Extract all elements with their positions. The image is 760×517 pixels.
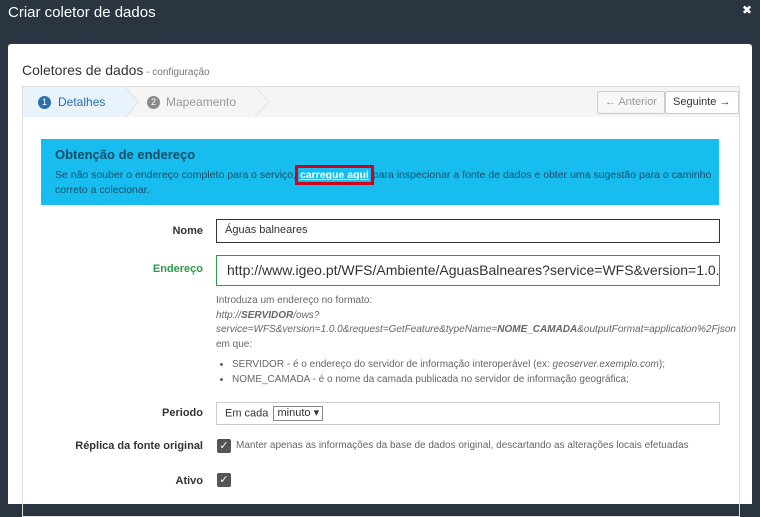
dialog-title: Criar coletor de dados [8, 4, 156, 21]
help-list-item: NOME_CAMADA - é o nome da camada publica… [232, 373, 746, 388]
period-field: Em cada minuto ▾ [216, 402, 720, 425]
help-text: ); [658, 359, 665, 370]
help-text: - é o endereço do servidor de informação… [284, 359, 553, 370]
help-example: geoserver.exemplo.com [552, 359, 659, 370]
help-text: - é o nome da camada publicada no servid… [309, 373, 629, 385]
name-label: Nome [172, 225, 203, 237]
alert-text-before: Se não souber o endereço completo para o… [55, 169, 299, 181]
help-fmt-text: http:// [216, 309, 242, 321]
replica-checkbox[interactable]: ✓ [217, 439, 231, 453]
address-help: Introduza um endereço no formato: http:/… [216, 294, 746, 387]
step-number-badge: 2 [147, 96, 160, 109]
step-label: Detalhes [58, 95, 106, 109]
help-key: NOME_CAMADA [232, 373, 310, 385]
previous-button[interactable]: ← Anterior [597, 91, 665, 114]
section-title: Coletores de dados - configuração [22, 62, 210, 78]
help-fmt-text: /ows? [293, 309, 320, 321]
help-fmt-layer: NOME_CAMADA [497, 324, 578, 335]
help-fmt-text: &outputFormat=application%2Fjson [577, 324, 736, 335]
arrow-right-icon: → [719, 96, 731, 108]
info-alert: Obtenção de endereço Se não souber o end… [41, 139, 719, 205]
replica-description: Manter apenas as informações da base de … [236, 440, 689, 451]
wizard-step-mapping[interactable]: 2 Mapeamento [125, 86, 269, 118]
chevron-down-icon: ▾ [313, 407, 320, 419]
help-em-que: em que: [216, 338, 253, 350]
help-format-line-1: http://SERVIDOR/ows? [216, 309, 746, 324]
alert-heading: Obtenção de endereço [55, 147, 196, 162]
dialog-titlebar: Criar coletor de dados ✖ [0, 0, 760, 31]
help-format-line-2: service=WFS&version=1.0.0&request=GetFea… [216, 323, 746, 338]
help-intro: Introduza um endereço no formato: [216, 295, 373, 306]
help-fmt-text: service=WFS&version=1.0.0&request=GetFea… [216, 324, 498, 335]
dialog-content: Coletores de dados - configuração 1 Deta… [8, 44, 752, 517]
address-label: Endereço [152, 263, 203, 275]
name-input[interactable]: Águas balneares [216, 219, 720, 243]
step-label: Mapeamento [166, 95, 237, 109]
form-panel: Obtenção de endereço Se não souber o end… [22, 117, 740, 517]
help-list-item: SERVIDOR - é o endereço do servidor de i… [232, 358, 746, 373]
section-title-text: Coletores de dados [22, 62, 144, 78]
address-input[interactable]: http://www.igeo.pt/WFS/Ambiente/AguasBal… [216, 255, 720, 286]
help-fmt-server: SERVIDOR [241, 309, 294, 321]
help-key: SERVIDOR [232, 359, 285, 370]
period-unit-select[interactable]: minuto ▾ [273, 406, 324, 421]
period-unit-value: minuto [277, 407, 311, 419]
alert-text: Se não souber o endereço completo para o… [55, 165, 715, 198]
arrow-left-icon: ← [605, 96, 616, 108]
close-icon[interactable]: ✖ [742, 3, 752, 17]
period-label: Periodo [162, 407, 203, 419]
replica-label: Réplica da fonte original [75, 440, 203, 452]
check-icon: ✓ [219, 440, 229, 452]
active-label: Ativo [175, 475, 204, 487]
next-button-label: Seguinte [673, 96, 717, 108]
section-subtitle: - configuração [143, 67, 210, 78]
step-arrow-fill [255, 87, 268, 117]
active-checkbox[interactable]: ✓ [217, 473, 231, 487]
check-icon: ✓ [219, 474, 229, 486]
wizard-step-details[interactable]: 1 Detalhes [23, 86, 139, 118]
wizard-steps: 1 Detalhes 2 Mapeamento ← Anterior Segui… [22, 86, 740, 118]
next-button[interactable]: Seguinte → [665, 91, 739, 114]
period-prefix: Em cada [225, 407, 269, 420]
help-list: SERVIDOR - é o endereço do servidor de i… [216, 358, 746, 387]
previous-button-label: Anterior [618, 96, 657, 108]
load-here-link[interactable]: carregue aqui [294, 165, 374, 185]
step-number-badge: 1 [38, 96, 51, 109]
